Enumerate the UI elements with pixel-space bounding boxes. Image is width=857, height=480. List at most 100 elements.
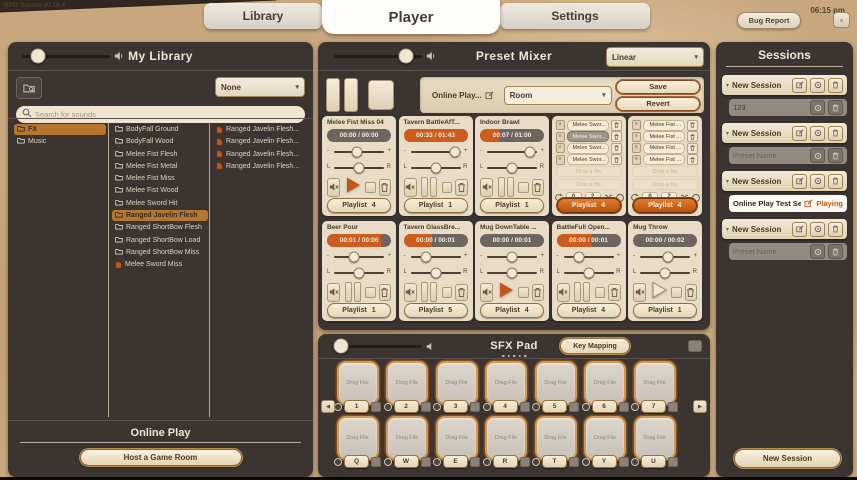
trash-icon[interactable] [687,154,698,165]
pad-key-badge[interactable]: 2 [394,400,419,413]
channel-volume-slider[interactable]: - + [327,248,391,263]
slider-knob[interactable] [573,251,584,262]
stop-icon[interactable] [470,402,480,412]
stop-icon[interactable] [668,457,678,467]
playlist-item[interactable]: ≡ Melee Fist ... [632,120,698,130]
edit-icon[interactable] [485,91,494,100]
slider-knob[interactable] [30,49,45,64]
channel-volume-slider[interactable]: - + [480,143,544,158]
trash-icon[interactable] [687,143,698,154]
loop-icon[interactable] [384,458,392,466]
pad-key-badge[interactable]: 5 [542,400,567,413]
stop-icon[interactable] [371,457,381,467]
sfx-pad-slot[interactable]: Drag File [436,416,478,460]
file-item[interactable]: Ranged Javelin Flesh... [213,161,309,172]
channel-pan-slider[interactable]: L R [557,264,621,279]
sfx-pad-slot[interactable]: Drag File [584,416,626,460]
sfx-pad-slot[interactable]: Drag File [634,416,676,460]
session-preset-row[interactable]: Preset Name [729,243,847,260]
revert-button[interactable]: Revert [616,97,700,111]
delete-button[interactable] [828,78,843,93]
channel-pan-slider[interactable]: L R [327,264,391,279]
pause-all-button[interactable] [326,78,340,112]
prev-pad-page-button[interactable]: ◀ [321,400,335,413]
slider-knob[interactable] [334,339,349,354]
subfolder-item[interactable]: Melee Sword Miss [112,259,208,270]
stop-icon[interactable] [421,402,431,412]
delete-channel-button[interactable] [685,284,697,301]
loop-icon[interactable] [631,403,639,411]
channel-volume-slider[interactable]: - + [557,248,621,263]
filter-select[interactable]: None ▾ [215,77,305,97]
subfolder-item[interactable]: Ranged ShortBow Miss [112,247,208,258]
sfx-pad-slot[interactable]: Drag File [386,416,428,460]
slider-knob[interactable] [507,251,518,262]
session-header[interactable]: ▾ New Session [722,123,847,143]
stop-icon[interactable] [470,457,480,467]
trash-icon[interactable] [611,131,622,142]
slider-knob[interactable] [420,251,431,262]
file-item[interactable]: Ranged Javelin Flesh... [213,149,309,160]
delete-button[interactable] [828,244,843,259]
channel-pan-slider[interactable]: L R [633,264,697,279]
loop-icon[interactable] [631,458,639,466]
pause-all-button[interactable] [344,78,358,112]
sfx-pad-slot[interactable]: Drag File [386,361,428,405]
playlist-button[interactable]: Playlist 4 [327,198,391,213]
delete-channel-button[interactable] [455,284,467,301]
duplicate-button[interactable] [810,126,825,141]
transport-button[interactable] [495,176,516,198]
sfx-pad-slot[interactable]: Drag File [535,416,577,460]
pad-key-badge[interactable]: 7 [641,400,666,413]
drop-file-slot[interactable]: Drop a file [556,166,622,177]
drag-handle-icon[interactable]: ≡ [632,155,641,165]
pad-key-badge[interactable]: Y [592,455,617,468]
drop-file-slot[interactable]: Drop a file [632,179,698,190]
mute-button[interactable] [557,283,570,302]
channel-pan-slider[interactable]: L R [480,159,544,174]
file-item[interactable]: Ranged Javelin Flesh... [213,124,309,135]
tab[interactable]: Library [204,3,322,29]
mute-button[interactable] [480,178,493,197]
mute-button[interactable] [404,178,417,197]
session-preset-row[interactable]: Preset Name [729,147,847,164]
stop-icon[interactable] [668,402,678,412]
loop-icon[interactable] [483,458,491,466]
mute-button[interactable] [327,283,340,302]
loop-icon[interactable] [334,458,342,466]
delete-channel-button[interactable] [532,284,544,301]
stop-icon[interactable] [365,287,375,298]
stop-icon[interactable] [671,287,681,298]
pad-key-badge[interactable]: T [542,455,567,468]
tab[interactable]: Settings [500,3,650,29]
subfolder-item[interactable]: Ranged ShortBow Flesh [112,222,208,233]
sfx-pad-slot[interactable]: Drag File [337,361,379,405]
edit-button[interactable] [792,174,807,189]
stop-icon[interactable] [619,457,629,467]
stop-icon[interactable] [520,457,530,467]
stop-icon[interactable] [371,402,381,412]
stop-icon[interactable] [442,287,452,298]
loop-icon[interactable] [532,458,540,466]
playlist-button[interactable]: Playlist 5 [404,303,468,318]
drop-file-slot[interactable]: Drop a file [556,179,622,190]
folder-item[interactable]: Music [14,136,106,147]
stop-icon[interactable] [595,287,605,298]
subfolder-item[interactable]: BodyFall Ground [112,124,208,135]
duplicate-button[interactable] [810,244,825,259]
pad-key-badge[interactable]: 3 [443,400,468,413]
loop-icon[interactable] [582,458,590,466]
sfx-pad-slot[interactable]: Drag File [436,361,478,405]
playlist-button[interactable]: Playlist 4 [557,198,621,213]
edit-button[interactable] [792,126,807,141]
channel-volume-slider[interactable]: - + [480,248,544,263]
slider-knob[interactable] [430,267,441,278]
stop-icon[interactable] [569,402,579,412]
playlist-item[interactable]: ≡ Melee Swor... [556,132,622,142]
playlist-item[interactable]: ≡ Melee Swor... [556,155,622,165]
delete-channel-button[interactable] [532,179,544,196]
slider-knob[interactable] [660,267,671,278]
new-session-button[interactable]: New Session [734,449,841,468]
loop-icon[interactable] [532,403,540,411]
channel-volume-slider[interactable]: - + [327,143,391,158]
